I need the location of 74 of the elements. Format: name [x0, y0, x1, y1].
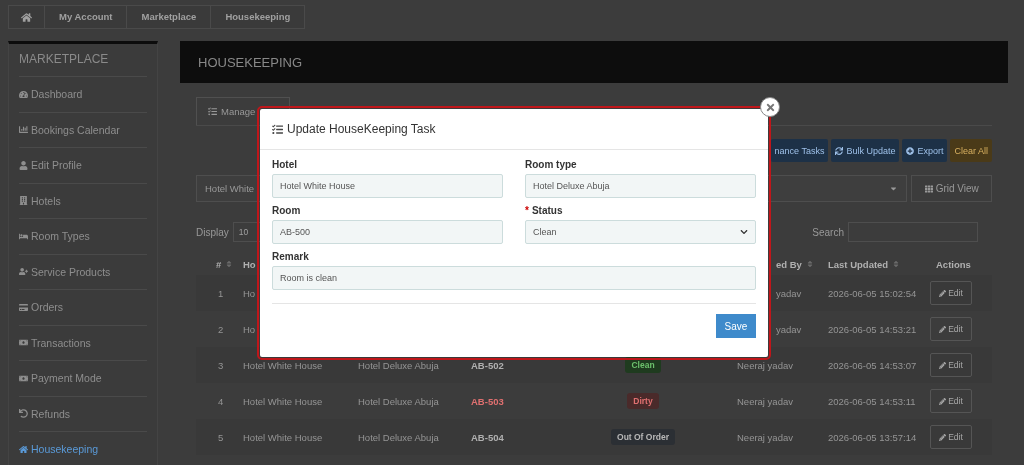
sidebar-item[interactable]: Transactions — [19, 324, 147, 360]
column-header: Actions — [936, 258, 971, 270]
row-number: 5 — [218, 431, 224, 443]
sidebar-item[interactable]: Dashboard — [19, 76, 147, 112]
column-header: Ho — [243, 258, 256, 270]
sidebar-item[interactable]: Service Products — [19, 253, 147, 289]
toolbar-button[interactable]: Export — [902, 139, 948, 162]
edit-button[interactable]: Edit — [930, 281, 972, 305]
room-cell: AB-502 — [471, 359, 504, 371]
breadcrumb-link[interactable]: My Account — [44, 6, 127, 28]
room-type-cell: Hotel Deluxe Abuja — [358, 359, 439, 371]
field-label: Status — [531, 205, 563, 216]
sidebar-item[interactable]: Edit Profile — [19, 147, 147, 183]
required-mark: * — [525, 205, 529, 216]
field-label: Hotel — [272, 159, 297, 170]
column-header: # — [216, 258, 222, 270]
date-cell: 2026-06-05 14:53:11 — [828, 395, 916, 407]
room-cell: AB-503 — [471, 395, 504, 407]
search-label: Search — [812, 226, 844, 238]
status-badge: Out Of Order — [611, 429, 675, 445]
date-cell: 2026-06-05 14:53:21 — [828, 323, 917, 335]
date-cell: 2026-06-05 14:53:07 — [828, 359, 917, 371]
input-field[interactable]: Room is clean — [272, 266, 756, 290]
sidebar-item[interactable]: Bookings Calendar — [19, 111, 147, 147]
input-field[interactable]: AB-500 — [272, 220, 503, 244]
status-badge: Dirty — [627, 393, 659, 409]
field-label: Room type — [525, 159, 577, 170]
hotel-cell: Ho — [243, 287, 256, 299]
breadcrumb-link[interactable]: Housekeeping — [210, 6, 305, 28]
date-cell: 2026-06-05 13:57:14 — [828, 431, 917, 443]
sidebar-item[interactable]: Refunds — [19, 395, 147, 431]
sidebar-title: MARKETPLACE — [18, 51, 110, 68]
hotel-cell: Hotel White House — [243, 359, 323, 371]
room-type-cell: Hotel Deluxe Abuja — [358, 431, 439, 443]
save-button[interactable]: Save — [716, 314, 756, 338]
date-cell: 2026-06-05 15:02:54 — [828, 287, 917, 299]
row-number: 1 — [218, 287, 224, 299]
assigned-by-cell: Neeraj yadav — [737, 359, 793, 371]
hotel-cell: Ho — [243, 323, 256, 335]
edit-button[interactable]: Edit — [930, 353, 972, 377]
room-type-cell: Hotel Deluxe Abuja — [358, 395, 439, 407]
modal-title: Update HouseKeeping Task — [287, 122, 436, 136]
sidebar-item[interactable]: Housekeeping — [19, 431, 147, 465]
column-header: ed By — [776, 258, 802, 270]
assigned-by-cell: Neeraj yadav — [737, 395, 793, 407]
assigned-by-cell: yadav — [776, 287, 802, 299]
edit-button[interactable]: Edit — [930, 317, 972, 341]
input-field[interactable]: Hotel Deluxe Abuja — [525, 174, 756, 198]
field-label: Room — [272, 205, 301, 216]
status-select[interactable]: Clean — [525, 220, 756, 244]
grid-view-button[interactable]: Grid View — [911, 175, 992, 202]
page-title: HOUSEKEEPING — [198, 54, 303, 70]
toolbar-button[interactable]: Bulk Update — [831, 139, 900, 162]
row-number: 3 — [218, 359, 224, 371]
hotel-cell: Hotel White House — [243, 395, 323, 407]
input-field[interactable]: Hotel White House — [272, 174, 503, 198]
breadcrumb-link[interactable]: Marketplace — [126, 6, 211, 28]
assigned-by-cell: Neeraj yadav — [737, 431, 793, 443]
toolbar-button[interactable]: Clear All — [950, 139, 992, 162]
sidebar-item[interactable]: Orders — [19, 289, 147, 325]
display-label: Display — [196, 226, 229, 238]
edit-button[interactable]: Edit — [930, 425, 972, 449]
row-number: 2 — [218, 323, 224, 335]
sidebar-item[interactable]: Payment Mode — [19, 360, 147, 396]
room-cell: AB-504 — [471, 431, 504, 443]
toolbar-button[interactable]: nance Tasks — [770, 139, 829, 162]
row-number: 4 — [218, 395, 224, 407]
sidebar-item[interactable]: Hotels — [19, 182, 147, 218]
field-label: Remark — [272, 251, 309, 262]
column-header: Last Updated — [828, 258, 889, 270]
hotel-cell: Hotel White House — [243, 431, 323, 443]
edit-button[interactable]: Edit — [930, 389, 972, 413]
sidebar-item[interactable]: Room Types — [19, 218, 147, 254]
assigned-by-cell: yadav — [776, 323, 802, 335]
